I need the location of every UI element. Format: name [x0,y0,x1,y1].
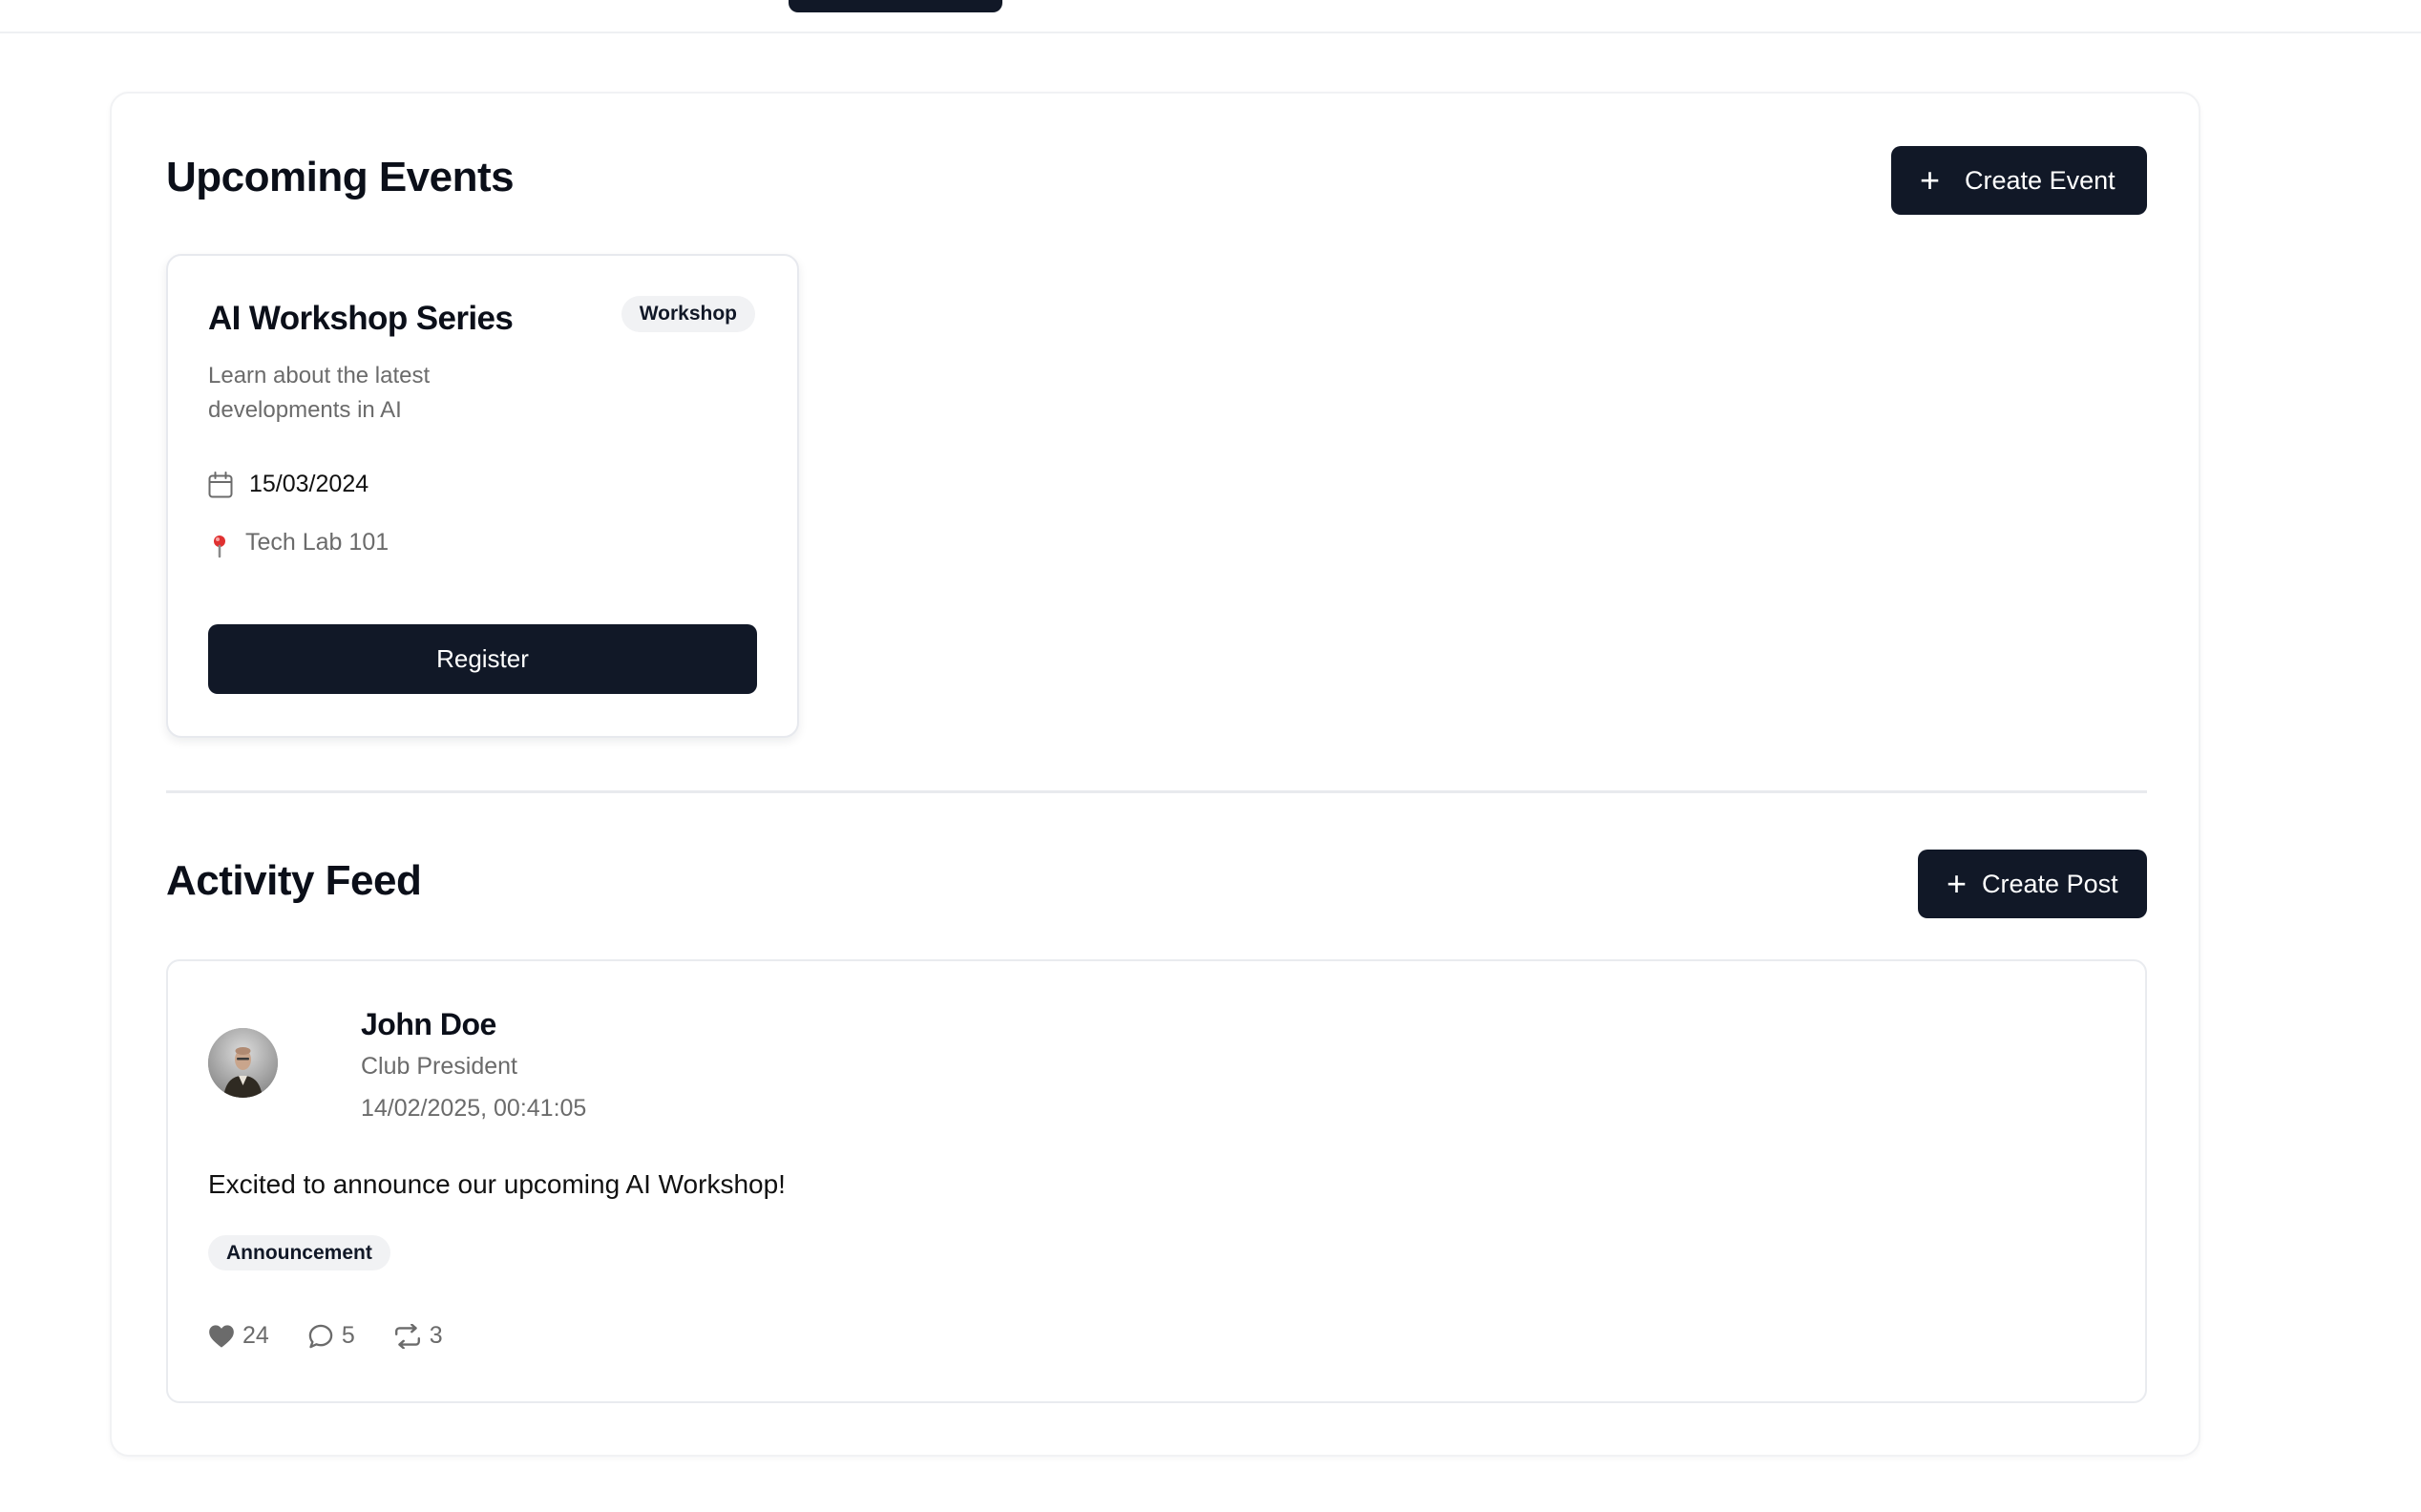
create-event-label: Create Event [1965,165,2116,195]
like-button[interactable]: 24 [208,1322,269,1350]
create-post-button[interactable]: + Create Post [1918,850,2147,918]
feed-section-header: Activity Feed + Create Post [166,850,2147,918]
event-date-row: 15/03/2024 [208,471,368,498]
repost-icon [393,1323,430,1349]
map-pin-icon [208,534,231,558]
feed-section-title: Activity Feed [166,857,422,904]
comment-button[interactable]: 5 [307,1322,355,1350]
comment-icon [307,1323,342,1350]
post-timestamp: 14/02/2025, 00:41:05 [361,1095,587,1122]
section-divider [166,790,2147,793]
post-tag-badge: Announcement [208,1235,390,1270]
event-location-row: Tech Lab 101 [208,526,389,558]
post-card: John Doe Club President 14/02/2025, 00:4… [166,959,2147,1403]
event-type-badge: Workshop [621,296,755,332]
plus-icon: + [1947,864,1968,903]
event-date: 15/03/2024 [249,471,369,497]
event-card: AI Workshop Series Workshop Learn about … [166,254,799,738]
comment-count: 5 [341,1322,355,1349]
event-title: AI Workshop Series [208,300,514,337]
main-content-panel: Upcoming Events + Create Event AI Worksh… [110,92,2200,1457]
events-section-header: Upcoming Events + Create Event [166,146,2147,215]
top-navigation-bar [0,0,2421,33]
post-actions: 24 5 3 [208,1322,481,1350]
calendar-icon [208,471,233,498]
register-button[interactable]: Register [208,624,757,694]
event-description: Learn about the latest developments in A… [208,363,431,423]
avatar[interactable] [208,1028,278,1098]
post-content: Excited to announce our upcoming AI Work… [208,1169,786,1199]
plus-icon: + [1920,160,1941,200]
repost-count: 3 [429,1322,443,1349]
post-author-role: Club President [361,1053,517,1080]
like-count: 24 [242,1322,269,1349]
create-event-button[interactable]: + Create Event [1891,146,2147,215]
events-section-title: Upcoming Events [166,154,515,200]
heart-icon [208,1324,242,1349]
post-author-name[interactable]: John Doe [361,1007,496,1042]
repost-button[interactable]: 3 [393,1322,443,1350]
create-post-label: Create Post [1982,869,2118,898]
active-nav-tab-indicator[interactable] [789,0,1002,12]
event-location: Tech Lab 101 [245,528,389,556]
